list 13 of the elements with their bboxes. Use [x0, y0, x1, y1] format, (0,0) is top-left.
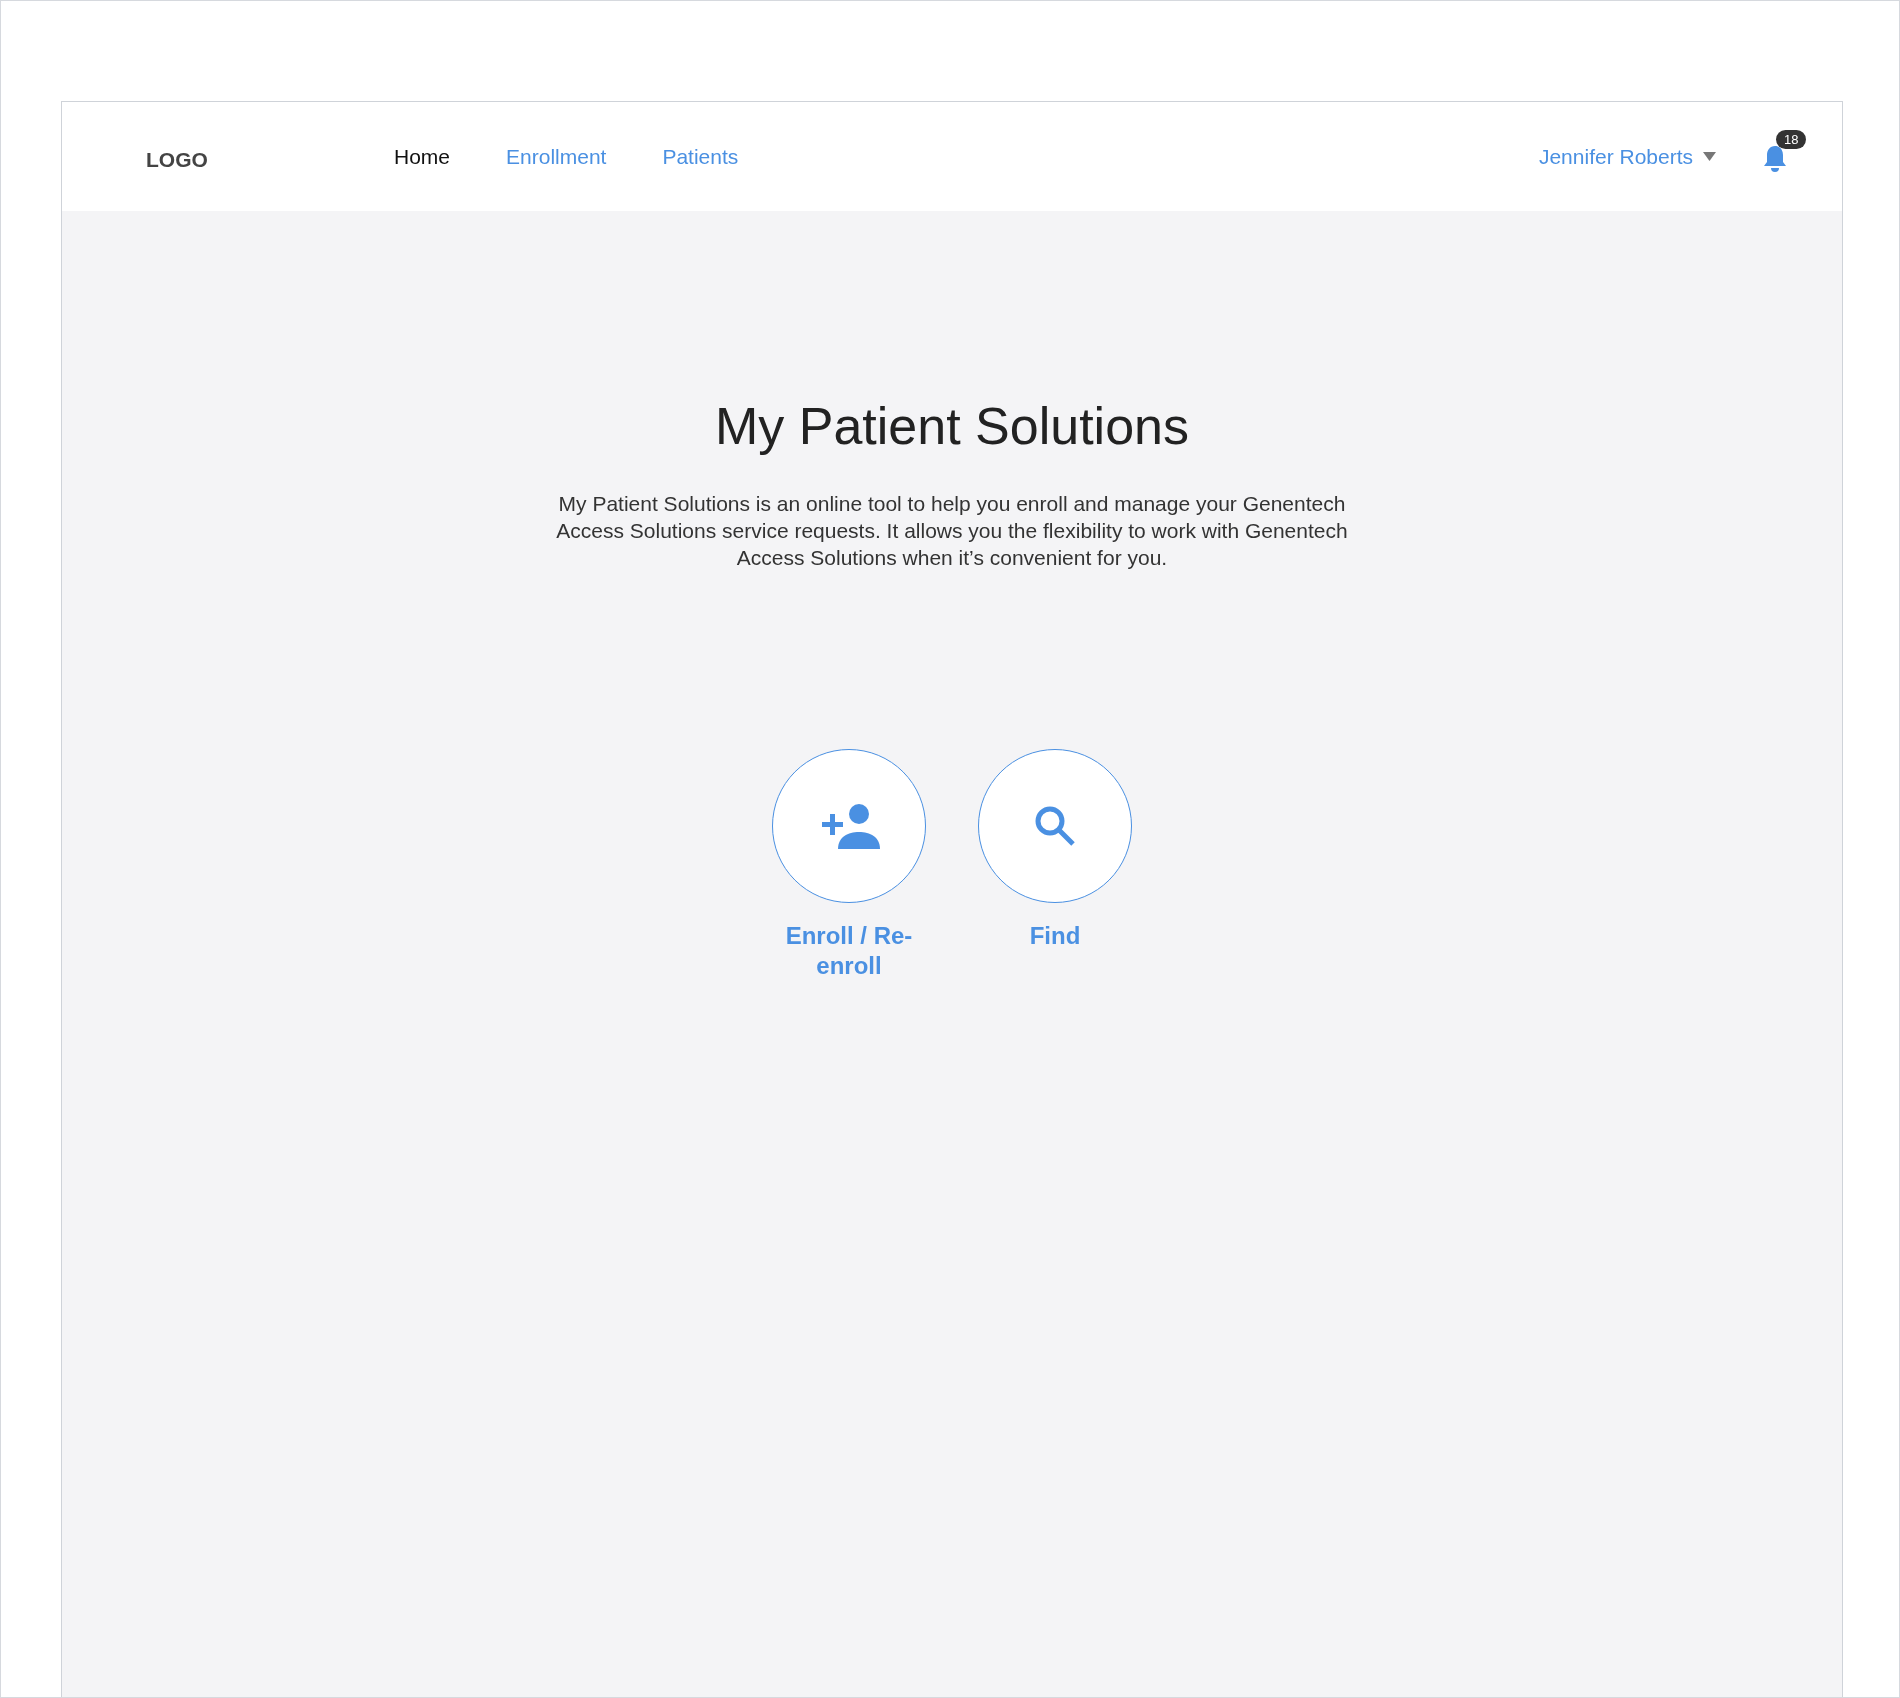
search-icon — [1033, 804, 1077, 848]
nav-link[interactable]: Home — [394, 144, 451, 169]
notification-badge: 18 — [1776, 129, 1807, 149]
action-label[interactable]: Enroll / Re-enroll — [784, 921, 914, 981]
nav-link[interactable]: Enrollment — [506, 144, 607, 169]
page-description: My Patient Solutions is an online tool to help you enroll and manage your Genentech Access Solutions service requests. It allows you the flexibility to work with Genentech Access Solutions when it’s convenient for you. — [555, 491, 1349, 571]
user-name[interactable]: Jennifer Roberts — [1538, 144, 1693, 169]
caret-icon[interactable] — [1703, 152, 1716, 161]
action-label[interactable]: Find — [990, 921, 1120, 951]
logo: LOGO — [146, 147, 209, 172]
nav-link[interactable]: Patients — [662, 144, 739, 169]
page-title: My Patient Solutions — [715, 396, 1189, 456]
bell-icon[interactable] — [1762, 143, 1788, 174]
